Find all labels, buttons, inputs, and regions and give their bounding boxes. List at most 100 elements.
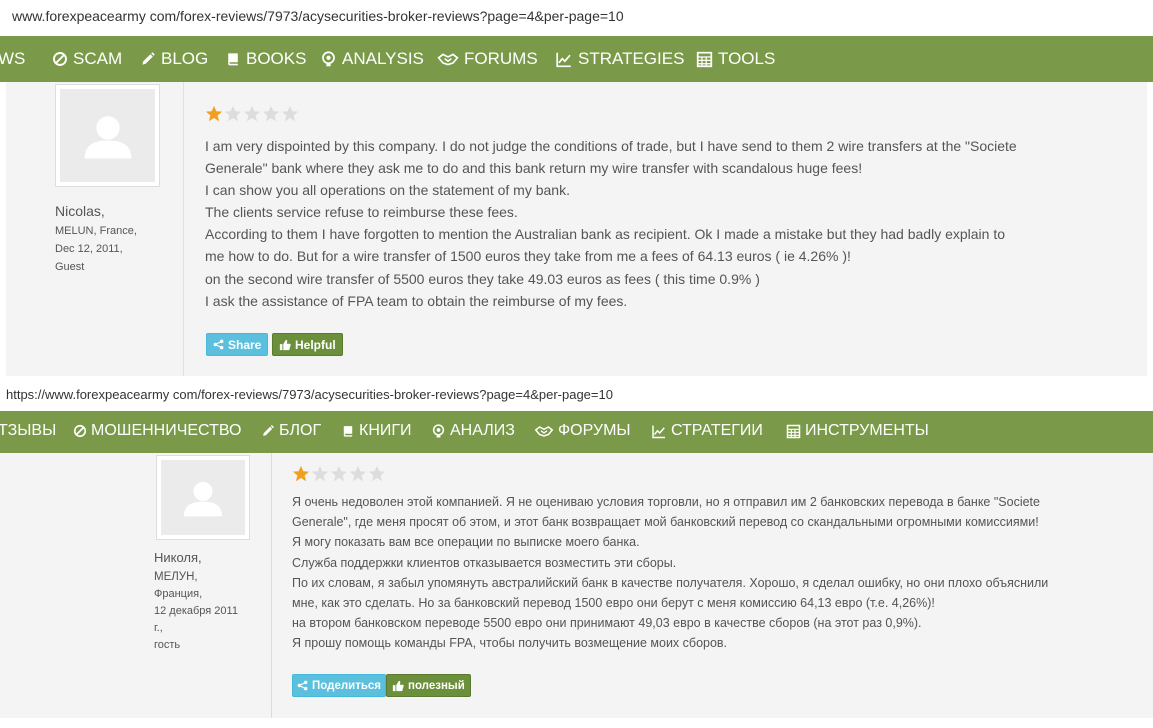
ban-icon [52, 51, 68, 67]
review-date: 12 декабря 2011 [154, 605, 238, 617]
nav-label: SCAM [73, 49, 123, 68]
author-sidebar: Nicolas, MELUN, France, Dec 12, 2011, Gu… [6, 82, 184, 376]
nav-item-blog[interactable]: БЛОГ [261, 422, 321, 440]
review-card-top: Nicolas, MELUN, France, Dec 12, 2011, Gu… [6, 82, 1147, 376]
author-info: Nicolas, MELUN, France, Dec 12, 2011, Gu… [55, 202, 137, 276]
star-empty-icon [368, 465, 386, 483]
review-line: I am very dispointed by this company. I … [205, 138, 1017, 154]
book-icon [225, 51, 241, 67]
url-text: www.forexpeacearmy com/forex-reviews/797… [12, 8, 624, 24]
star-empty-icon [224, 105, 242, 123]
review-line: The clients service refuse to reimburse … [205, 204, 518, 221]
review-date-suffix: г., [154, 622, 163, 634]
author-info: Николя, МЕЛУН, Франция, 12 декабря 2011 … [154, 549, 238, 654]
nav-item-analysis[interactable]: АНАЛИЗ [431, 422, 515, 440]
nav-label: FORUMS [464, 49, 538, 68]
lightbulb-icon [431, 424, 446, 439]
star-empty-icon [349, 465, 367, 483]
review-line: on the second wire transfer of 5500 euro… [205, 270, 760, 287]
nav-label: МОШЕННИЧЕСТВО [91, 422, 242, 439]
nav-item-forums[interactable]: ФОРУМЫ [534, 422, 631, 440]
author-sidebar: Николя, МЕЛУН, Франция, 12 декабря 2011 … [0, 453, 272, 718]
lightbulb-icon [320, 51, 337, 68]
ban-icon [73, 424, 87, 438]
review-line: на втором банковском переводе 5500 евро … [292, 616, 922, 631]
helpful-label: полезный [408, 679, 465, 692]
user-icon [81, 112, 135, 160]
nav-label: СТРАТЕГИИ [671, 422, 763, 439]
review-text: I am very dispointed by this company. I … [205, 135, 1017, 312]
nav-label: АНАЛИЗ [450, 422, 515, 439]
nav-item-books[interactable]: КНИГИ [341, 422, 412, 440]
nav-item-tools[interactable]: TOOLS [696, 49, 775, 69]
star-rating [292, 465, 386, 483]
share-label: Share [228, 337, 262, 352]
author-name: Nicolas, [55, 203, 105, 219]
nav-item-strategies[interactable]: СТРАТЕГИИ [651, 422, 763, 440]
avatar [156, 455, 250, 540]
nav-label: ИНСТРУМЕНТЫ [805, 422, 929, 439]
review-line: I can show you all operations on the sta… [205, 182, 570, 199]
review-card-bottom: Николя, МЕЛУН, Франция, 12 декабря 2011 … [0, 453, 1153, 718]
nav-item-strategies[interactable]: STRATEGIES [555, 49, 684, 69]
review-line: Я могу показать вам все операции по выпи… [292, 535, 640, 550]
nav-item-tools[interactable]: ИНСТРУМЕНТЫ [786, 422, 929, 440]
share-label: Поделиться [312, 679, 382, 692]
helpful-button[interactable]: полезный [386, 674, 471, 697]
calculator-icon [696, 51, 713, 68]
nav-item-reviews[interactable]: WS [0, 49, 25, 69]
nav-label: BOOKS [246, 49, 307, 68]
star-empty-icon [311, 465, 329, 483]
main-nav-bottom: ТЗЫВЫ МОШЕННИЧЕСТВО БЛОГ КНИГИ АНАЛИЗ ФО… [0, 411, 1153, 453]
review-date: Dec 12, 2011, [55, 243, 123, 255]
nav-item-books[interactable]: BOOKS [225, 49, 306, 69]
thumbs-up-icon [279, 339, 291, 351]
handshake-icon [534, 424, 554, 439]
review-line: мне, как это сделать. Но за банковский п… [292, 596, 935, 611]
review-text: Я очень недоволен этой компанией. Я не о… [292, 492, 1048, 654]
star-empty-icon [262, 105, 280, 123]
star-empty-icon [243, 105, 261, 123]
nav-item-forums[interactable]: FORUMS [437, 49, 538, 69]
handshake-icon [437, 51, 459, 68]
review-line: Служба поддержки клиентов отказывается в… [292, 555, 677, 570]
line-chart-icon [555, 51, 573, 68]
nav-item-reviews[interactable]: ТЗЫВЫ [0, 422, 56, 440]
nav-label: STRATEGIES [578, 49, 685, 68]
line-chart-icon [651, 424, 667, 439]
nav-item-analysis[interactable]: ANALYSIS [320, 49, 424, 69]
review-line: I ask the assistance of FPA team to obta… [205, 292, 628, 309]
review-line: me how to do. But for a wire transfer of… [205, 248, 851, 265]
helpful-label: Helpful [295, 337, 336, 352]
review-line: Я прошу помощь команды FPA, чтобы получи… [292, 636, 728, 651]
nav-label: БЛОГ [279, 422, 322, 439]
nav-label: BLOG [161, 49, 209, 68]
review-line: According to them I have forgotten to me… [205, 226, 1006, 243]
main-nav-top: WS SCAM BLOG BOOKS ANALYSIS FORUMS STRAT… [0, 36, 1153, 82]
url-bar-top[interactable]: www.forexpeacearmy com/forex-reviews/797… [0, 0, 1153, 30]
book-icon [341, 424, 355, 438]
pencil-icon [140, 51, 156, 67]
thumbs-up-icon [392, 680, 404, 692]
nav-item-blog[interactable]: BLOG [140, 49, 208, 69]
user-icon [181, 478, 225, 518]
review-line: Generale" bank where they ask me to do a… [205, 160, 863, 177]
share-button[interactable]: Поделиться [292, 674, 387, 697]
star-empty-icon [281, 105, 299, 123]
share-button[interactable]: Share [206, 333, 269, 356]
nav-item-scam[interactable]: SCAM [52, 49, 122, 69]
nav-label: ТЗЫВЫ [0, 422, 57, 439]
star-empty-icon [330, 465, 348, 483]
author-country: Франция, [154, 588, 203, 600]
nav-label: ФОРУМЫ [558, 422, 631, 439]
author-name: Николя, [154, 550, 202, 565]
url-bar-bottom[interactable]: https://www.forexpeacearmy com/forex-rev… [0, 379, 1153, 409]
helpful-button[interactable]: Helpful [272, 333, 343, 356]
nav-item-scam[interactable]: МОШЕННИЧЕСТВО [73, 422, 241, 440]
author-role: гость [154, 639, 181, 651]
nav-label: WS [0, 49, 26, 68]
nav-label: ANALYSIS [342, 49, 424, 68]
share-icon [213, 339, 224, 350]
review-line: По их словам, я забыл упомянуть австрали… [292, 575, 1049, 590]
star-filled-icon [205, 105, 223, 123]
